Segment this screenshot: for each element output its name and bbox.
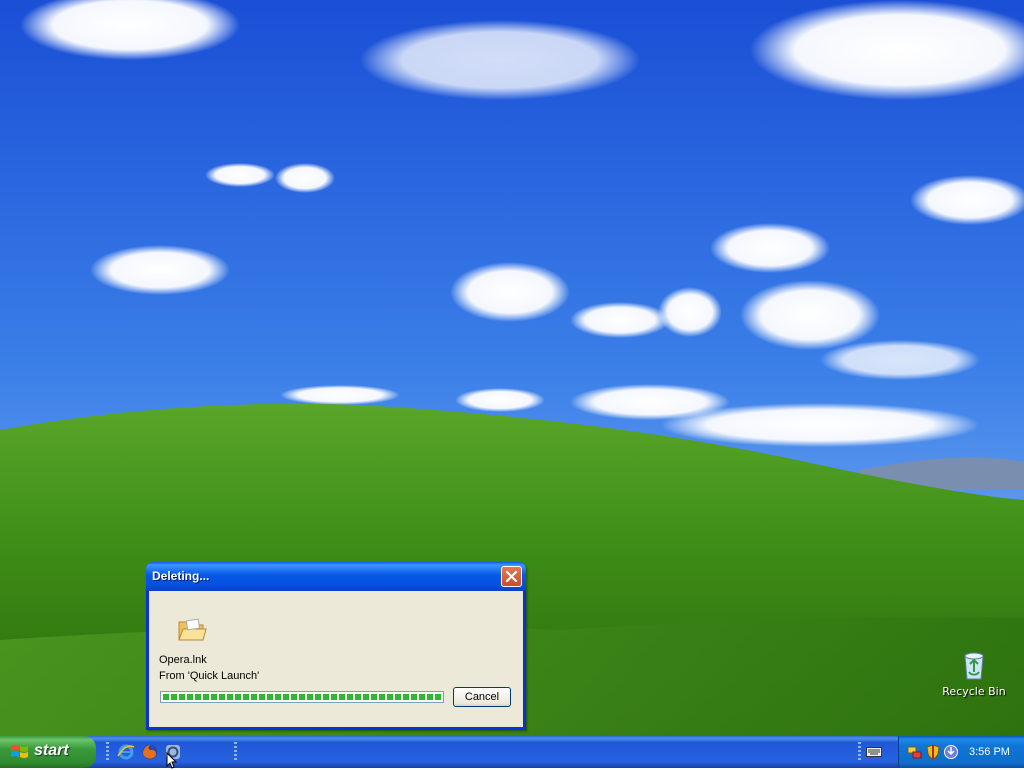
taskbar-grip[interactable] — [234, 742, 237, 762]
file-source: From 'Quick Launch' — [159, 670, 260, 682]
firefox-icon[interactable] — [141, 743, 159, 761]
system-tray: 3:56 PM — [898, 736, 1024, 768]
recycle-bin-desktop-icon[interactable]: Recycle Bin — [936, 650, 1012, 698]
internet-explorer-icon[interactable] — [117, 743, 135, 761]
progress-fill — [163, 694, 441, 700]
update-icon[interactable] — [943, 744, 959, 760]
deleting-dialog: Deleting... Opera.lnk From 'Quick Launch… — [146, 562, 526, 730]
close-icon — [505, 570, 518, 583]
recycle-bin-label: Recycle Bin — [942, 685, 1006, 698]
taskbar: start 3:56 PM — [0, 736, 1024, 768]
folder-icon — [177, 617, 207, 646]
windows-logo-icon — [11, 745, 28, 758]
cancel-button[interactable]: Cancel — [453, 687, 511, 707]
security-shield-icon[interactable] — [925, 744, 941, 760]
keyboard-icon[interactable] — [866, 747, 882, 757]
network-icon[interactable] — [907, 744, 923, 760]
progress-bar — [160, 691, 444, 703]
clock[interactable]: 3:56 PM — [969, 746, 1010, 758]
close-button[interactable] — [501, 566, 522, 587]
dialog-body: Opera.lnk From 'Quick Launch' Cancel — [149, 591, 523, 727]
recycle-bin-icon — [958, 650, 990, 682]
start-button[interactable]: start — [0, 736, 96, 768]
mouse-cursor-icon — [166, 752, 178, 769]
start-label: start — [34, 742, 69, 759]
toolbar-grip[interactable] — [858, 742, 861, 762]
dialog-titlebar[interactable]: Deleting... — [146, 562, 526, 591]
quick-launch-grip[interactable] — [106, 742, 109, 762]
dialog-title: Deleting... — [152, 569, 210, 583]
file-name: Opera.lnk — [159, 654, 207, 666]
